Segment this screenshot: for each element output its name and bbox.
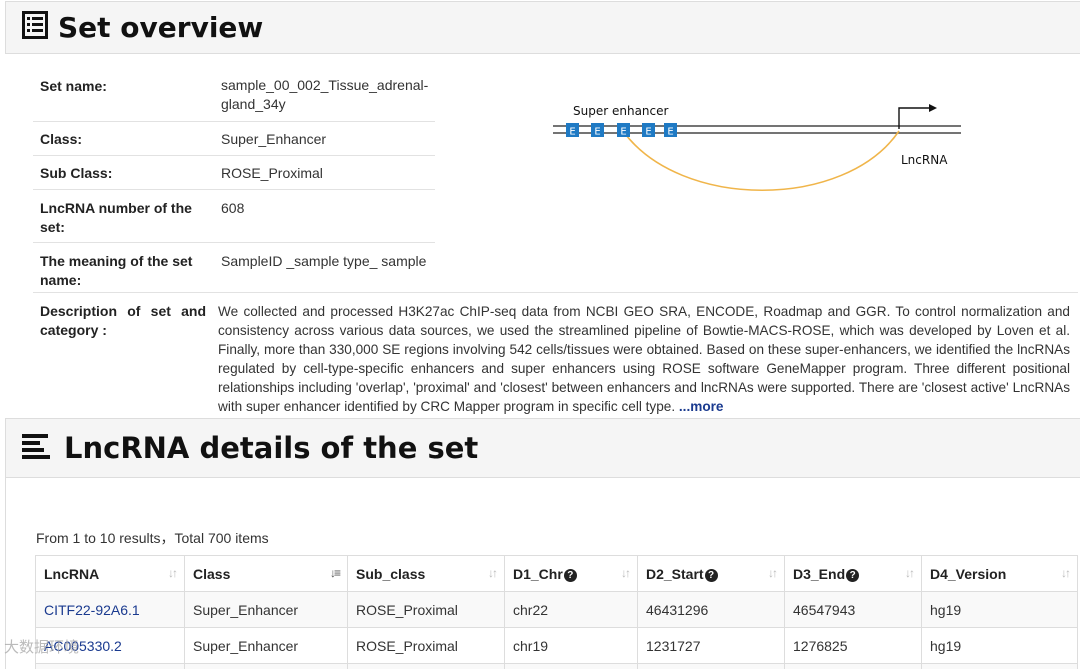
- description-value: We collected and processed H3K27ac ChIP-…: [218, 302, 1070, 416]
- set-name-value: sample_00_002_Tissue_adrenal-gland_34y: [221, 77, 429, 112]
- enhancer-letter: E: [645, 127, 651, 138]
- description-row: Description of set and category : We col…: [33, 292, 1078, 416]
- lncrna-number-label: LncRNA number of the set:: [40, 200, 192, 235]
- lncrna-details-header: LncRNA details of the set: [5, 418, 1080, 478]
- lncrna-link[interactable]: CITF22-92A6.1: [44, 602, 140, 618]
- set-name-row: Set name: sample_00_002_Tissue_adrenal-g…: [33, 68, 435, 121]
- help-icon[interactable]: ?: [563, 568, 577, 582]
- end-cell: 1276825: [784, 627, 922, 664]
- table-header-row: LncRNA ↓↑ Class ↓≡ Sub_class ↓↑ D1_Chr? ↓↑ D…: [35, 555, 1078, 592]
- set-meaning-label: The meaning of the set name:: [40, 253, 193, 288]
- table-row: CITF22-92A6.1 Super_Enhancer ROSE_Proxim…: [35, 591, 1078, 628]
- enhancer-lncrna-arc: [622, 130, 900, 191]
- align-left-icon: [22, 433, 50, 464]
- super-enhancer-label: Super enhancer: [573, 104, 669, 118]
- table-row: AC005330.2 Super_Enhancer ROSE_Proximal …: [35, 627, 1078, 664]
- sub-class-label: Sub Class:: [40, 165, 113, 181]
- results-count: From 1 to 10 results，Total 700 items: [36, 530, 269, 546]
- lncrna-number-row: LncRNA number of the set: 608: [33, 189, 435, 242]
- class-cell: Super_Enhancer: [184, 591, 348, 628]
- lncrna-number-value: 608: [221, 200, 245, 216]
- more-link[interactable]: ...more: [679, 399, 724, 414]
- sort-icon[interactable]: ↓↑: [168, 566, 178, 580]
- sort-icon[interactable]: ↓↑: [488, 566, 498, 580]
- set-meaning-value: SampleID _sample type_ sample: [221, 253, 427, 269]
- lncrna-cell[interactable]: CITF22-92A6.1: [35, 591, 185, 628]
- description-text: We collected and processed H3K27ac ChIP-…: [218, 304, 1070, 414]
- sub-class-value: ROSE_Proximal: [221, 165, 323, 181]
- set-overview-header: Set overview: [5, 1, 1080, 54]
- chr-cell: chr19: [504, 627, 638, 664]
- sub-class-cell: ROSE_Proximal: [347, 627, 505, 664]
- enhancer-letter: E: [569, 127, 575, 138]
- enhancer-blocks: EEEEE: [566, 123, 677, 138]
- super-enhancer-diagram: E E E E E Super enhancer LncRNA: [553, 104, 961, 191]
- enhancer-letter: E: [667, 127, 673, 138]
- version-cell: hg19: [921, 627, 1078, 664]
- tss-arrow-icon: [929, 104, 937, 112]
- lncrna-diagram-label: LncRNA: [901, 153, 948, 167]
- set-name-label: Set name:: [40, 78, 107, 94]
- col-lncrna[interactable]: LncRNA ↓↑: [35, 555, 185, 592]
- watermark: 大数据环境: [4, 638, 80, 656]
- sort-icon[interactable]: ↓↑: [905, 566, 915, 580]
- sort-ascending-icon[interactable]: ↓≡: [330, 566, 341, 580]
- start-cell: 46431296: [637, 591, 785, 628]
- end-cell: 46547943: [784, 591, 922, 628]
- set-overview-title: Set overview: [58, 11, 264, 44]
- col-d4-version[interactable]: D4_Version ↓↑: [921, 555, 1078, 592]
- class-label: Class:: [40, 131, 83, 147]
- col-d3-end[interactable]: D3_End? ↓↑: [784, 555, 922, 592]
- sort-icon[interactable]: ↓↑: [768, 566, 778, 580]
- sub-class-row: Sub Class: ROSE_Proximal: [33, 155, 435, 189]
- col-class[interactable]: Class ↓≡: [184, 555, 348, 592]
- start-cell: 1231727: [637, 627, 785, 664]
- enhancer-letter: E: [620, 127, 626, 138]
- help-icon[interactable]: ?: [846, 568, 860, 582]
- sort-icon[interactable]: ↓↑: [1061, 566, 1071, 580]
- col-sub-class[interactable]: Sub_class ↓↑: [347, 555, 505, 592]
- table-row-partial: [35, 663, 1078, 669]
- sort-icon[interactable]: ↓↑: [621, 566, 631, 580]
- col-d2-start[interactable]: D2_Start? ↓↑: [637, 555, 785, 592]
- enhancer-letter: E: [594, 127, 600, 138]
- lncrna-table: LncRNA ↓↑ Class ↓≡ Sub_class ↓↑ D1_Chr? ↓↑ D…: [35, 555, 1078, 669]
- set-meaning-row: The meaning of the set name: SampleID _s…: [33, 242, 435, 292]
- lncrna-details-title: LncRNA details of the set: [64, 431, 479, 465]
- description-label: Description of set and category :: [40, 303, 206, 338]
- col-d1-chr[interactable]: D1_Chr? ↓↑: [504, 555, 638, 592]
- class-row: Class: Super_Enhancer: [33, 121, 435, 155]
- class-value: Super_Enhancer: [221, 131, 327, 147]
- version-cell: hg19: [921, 591, 1078, 628]
- help-icon[interactable]: ?: [704, 568, 718, 582]
- chr-cell: chr22: [504, 591, 638, 628]
- list-alt-icon: [22, 11, 48, 44]
- class-cell: Super_Enhancer: [184, 627, 348, 664]
- sub-class-cell: ROSE_Proximal: [347, 591, 505, 628]
